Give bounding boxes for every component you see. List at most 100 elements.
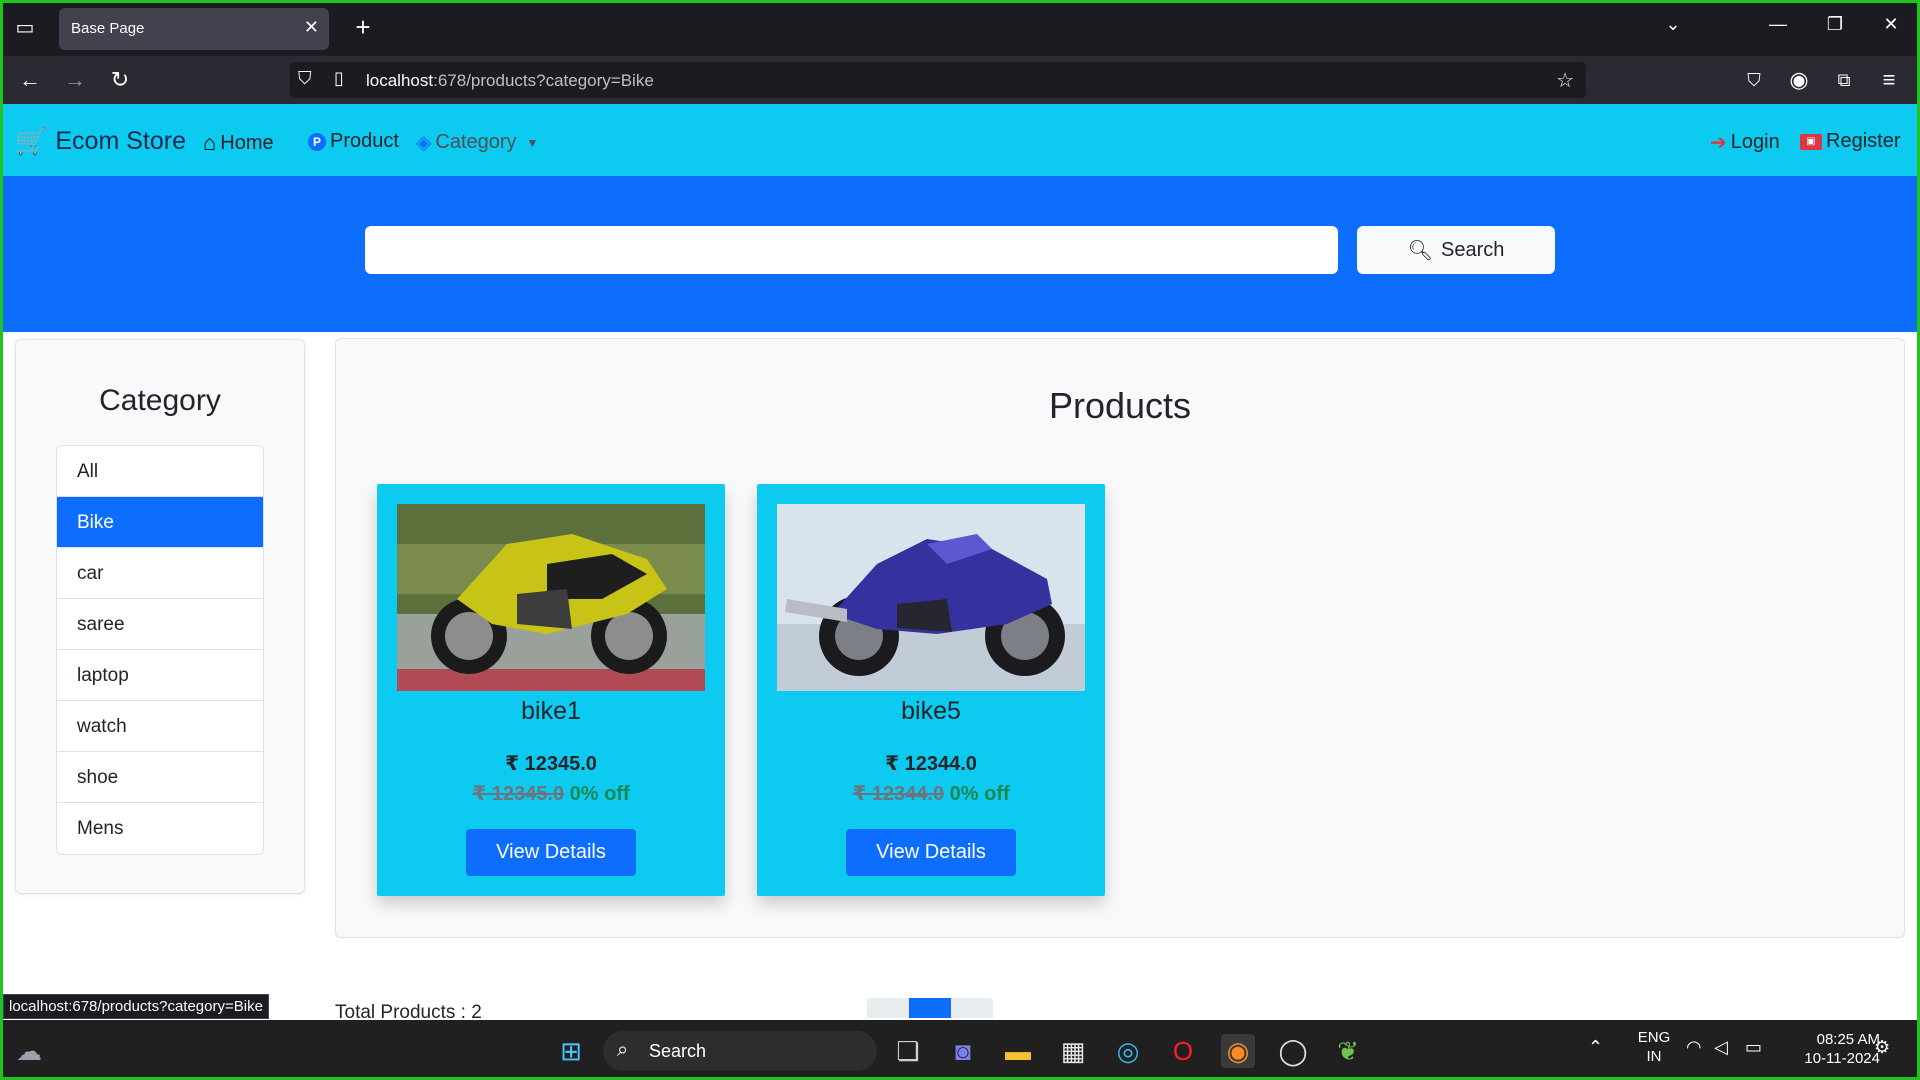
category-item-saree[interactable]: saree <box>57 599 263 650</box>
menu-icon[interactable]: ≡ <box>1874 66 1904 94</box>
product-icon: P <box>308 132 326 151</box>
search-icon: 🔍︎ <box>1407 239 1433 262</box>
clock-time: 08:25 AM <box>1816 1031 1880 1048</box>
close-tab-icon[interactable]: ✕ <box>304 17 319 38</box>
category-item-watch[interactable]: watch <box>57 701 263 752</box>
forward-icon[interactable]: → <box>60 66 90 94</box>
nav-product[interactable]: P Product <box>308 130 399 153</box>
shield-icon[interactable]: ⛉ <box>298 68 312 89</box>
show-hidden-icons-chevron-icon[interactable]: ⌃ <box>1588 1038 1603 1057</box>
category-item-mens[interactable]: Mens <box>57 803 263 854</box>
browser-tab[interactable]: Base Page ✕ <box>59 8 329 50</box>
category-item-all[interactable]: All <box>57 446 263 497</box>
taskbar-search[interactable]: ⌕ Search <box>603 1031 877 1071</box>
minimize-icon[interactable]: — <box>1763 14 1793 35</box>
category-item-laptop[interactable]: laptop <box>57 650 263 701</box>
product-name: bike1 <box>521 697 581 725</box>
login-icon: ➔ <box>1710 132 1727 154</box>
clock[interactable]: 08:25 AM 10-11-2024 <box>1780 1030 1880 1068</box>
category-item-shoe[interactable]: shoe <box>57 752 263 803</box>
caret-down-icon: ▼ <box>526 135 539 150</box>
volume-icon[interactable]: ◁ <box>1714 1038 1728 1057</box>
browser-tab-bar: ▭ Base Page ✕ + ⌄ — ❐ ✕ <box>0 0 1920 56</box>
firefox-icon[interactable]: ◉ <box>1221 1034 1255 1068</box>
page-icon[interactable]: ▯ <box>334 68 344 89</box>
bookmark-star-icon[interactable]: ☆ <box>1556 68 1574 93</box>
nav-home[interactable]: ⌂ Home <box>203 130 274 156</box>
language-code: ENG <box>1637 1029 1671 1046</box>
product-price: ₹ 12345.0 <box>505 753 597 775</box>
start-windows-icon[interactable]: ⊞ <box>554 1034 588 1068</box>
category-list: All Bike car saree laptop watch shoe Men… <box>56 445 264 855</box>
nav-register[interactable]: ▣ Register <box>1800 130 1900 153</box>
search-button[interactable]: 🔍︎ Search <box>1357 226 1555 274</box>
search-hero: 🔍︎ Search <box>3 176 1917 332</box>
nav-home-label: Home <box>220 131 274 154</box>
address-bar[interactable]: ⛉ ▯ localhost:678/products?category=Bike… <box>290 62 1586 98</box>
brand-link[interactable]: 🛒 Ecom Store <box>15 126 186 157</box>
search-icon: ⌕ <box>617 1039 629 1061</box>
restore-icon[interactable]: ❐ <box>1820 14 1850 35</box>
home-icon: ⌂ <box>203 130 217 155</box>
product-image <box>777 504 1085 691</box>
product-original-price: ₹ 12345.0 0% off <box>377 781 725 806</box>
browser-toolbar: ← → ↻ ⛉ ▯ localhost:678/products?categor… <box>0 56 1920 104</box>
products-panel: Products bike1 ₹ 12345.0 ₹ 12345.0 0% of… <box>335 338 1905 938</box>
region-code: IN <box>1646 1048 1662 1065</box>
layers-icon: ◈ <box>416 132 432 154</box>
close-window-icon[interactable]: ✕ <box>1876 14 1906 35</box>
discount-label: 0% off <box>569 783 630 805</box>
reload-icon[interactable]: ↻ <box>105 66 135 94</box>
microsoft-store-icon[interactable]: ▦ <box>1056 1034 1090 1068</box>
category-item-car[interactable]: car <box>57 548 263 599</box>
edge-icon[interactable]: ◎ <box>1111 1034 1145 1068</box>
nav-register-label: Register <box>1826 130 1901 152</box>
product-name: bike5 <box>901 697 961 725</box>
product-card: bike1 ₹ 12345.0 ₹ 12345.0 0% off View De… <box>377 484 725 896</box>
search-input[interactable] <box>365 226 1338 274</box>
view-details-button[interactable]: View Details <box>846 829 1016 876</box>
nav-login-label: Login <box>1730 131 1780 153</box>
dell-icon[interactable]: ◯ <box>1276 1034 1310 1068</box>
back-icon[interactable]: ← <box>15 66 45 94</box>
nav-login[interactable]: ➔ Login <box>1710 130 1780 155</box>
spring-tool-suite-icon[interactable]: ❦ <box>1331 1034 1365 1068</box>
original-price: ₹ 12344.0 <box>852 783 945 805</box>
tab-list-icon[interactable]: ▭ <box>10 14 40 42</box>
product-original-price: ₹ 12344.0 0% off <box>757 781 1105 806</box>
clock-date: 10-11-2024 <box>1804 1050 1880 1067</box>
link-status-bar: localhost:678/products?category=Bike <box>3 994 269 1019</box>
weather-icon[interactable]: ☁ <box>12 1034 46 1068</box>
original-price: ₹ 12345.0 <box>472 783 565 805</box>
taskbar-search-label: Search <box>649 1041 707 1061</box>
wifi-icon[interactable]: ◠ <box>1686 1038 1702 1057</box>
search-button-label: Search <box>1441 238 1505 261</box>
view-details-button[interactable]: View Details <box>466 829 636 876</box>
tab-overflow-chevron-icon[interactable]: ⌄ <box>1658 14 1688 35</box>
url-text[interactable]: localhost:678/products?category=Bike <box>366 71 654 91</box>
nav-product-label: Product <box>330 130 399 152</box>
product-card: bike5 ₹ 12344.0 ₹ 12344.0 0% off View De… <box>757 484 1105 896</box>
language-indicator[interactable]: ENG IN <box>1634 1028 1674 1066</box>
discount-label: 0% off <box>949 783 1010 805</box>
extensions-icon[interactable]: ⧉ <box>1829 66 1859 94</box>
brand-name: Ecom Store <box>55 127 186 155</box>
id-card-icon: ▣ <box>1800 133 1822 150</box>
file-explorer-icon[interactable]: ▬ <box>1001 1034 1035 1068</box>
pocket-icon[interactable]: ⛉ <box>1739 66 1769 94</box>
nav-category-dropdown[interactable]: ◈ Category ▼ <box>416 130 538 155</box>
pagination <box>867 998 993 1018</box>
task-view-icon[interactable]: ❏ <box>891 1034 925 1068</box>
battery-icon[interactable]: ▭ <box>1745 1038 1762 1057</box>
pagination-active-page[interactable] <box>909 998 951 1018</box>
notification-icon[interactable]: ⚙ <box>1874 1038 1890 1057</box>
account-icon[interactable]: ◉ <box>1784 66 1814 94</box>
category-item-bike[interactable]: Bike <box>57 497 263 548</box>
teams-chat-icon[interactable]: ◙ <box>946 1034 980 1068</box>
products-title: Products <box>1048 385 1192 426</box>
product-price: ₹ 12344.0 <box>885 753 977 775</box>
opera-icon[interactable]: O <box>1166 1034 1200 1068</box>
nav-category-label: Category <box>435 131 517 153</box>
sidebar-title: Category <box>99 384 221 417</box>
new-tab-icon[interactable]: + <box>349 13 377 41</box>
